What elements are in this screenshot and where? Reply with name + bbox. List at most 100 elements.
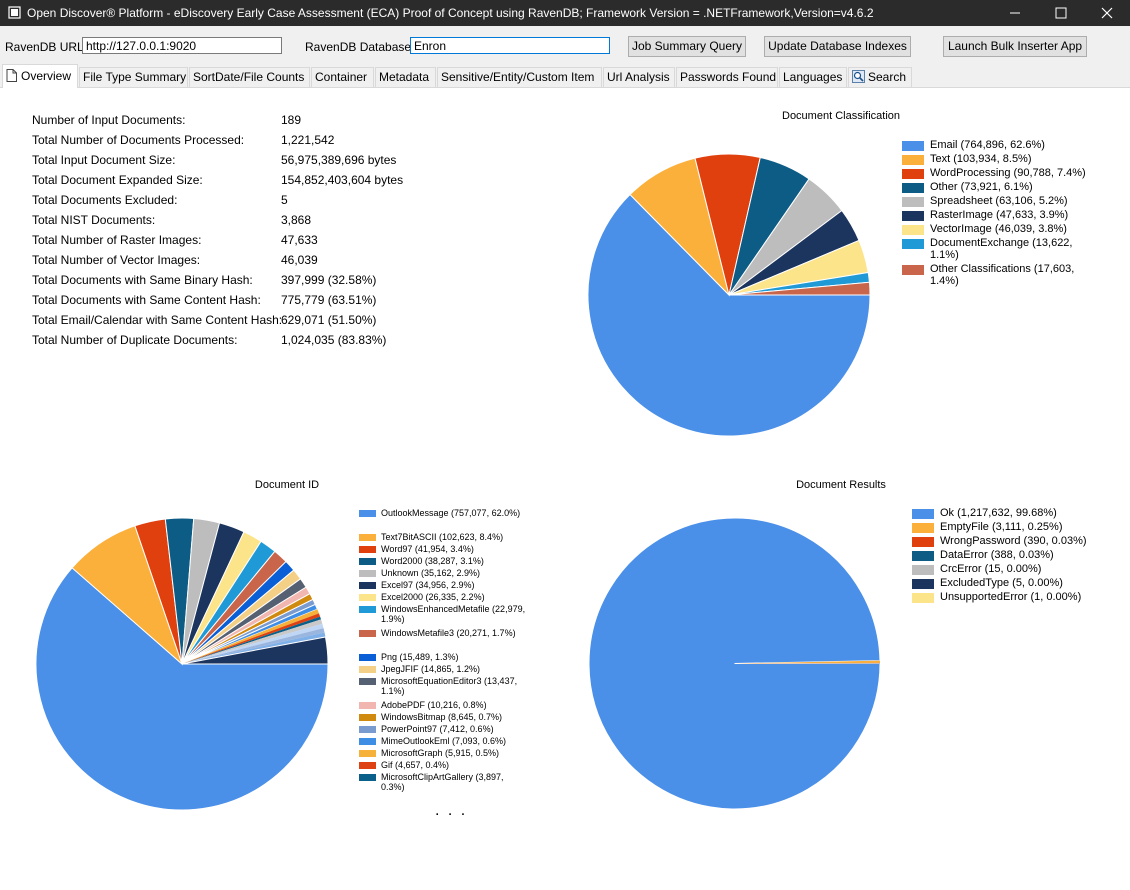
legend-label: VectorImage (46,039, 3.8%): [930, 223, 1067, 235]
legend-swatch: [912, 551, 934, 561]
legend-swatch: [359, 630, 376, 637]
legend-item: PowerPoint97 (7,412, 0.6%): [359, 724, 494, 734]
stat-label: Total Documents with Same Binary Hash:: [32, 273, 253, 287]
app-icon: [8, 6, 21, 19]
legend-label: WordProcessing (90,788, 7.4%): [930, 167, 1086, 179]
tab-overview[interactable]: Overview: [2, 64, 78, 88]
legend-swatch: [359, 534, 376, 541]
legend-label: MimeOutlookEml (7,093, 0.6%): [381, 736, 506, 746]
overview-panel: Number of Input Documents:189Total Numbe…: [0, 88, 1130, 849]
tab-sensitive-entity-custom-item[interactable]: Sensitive/Entity/Custom Item: [437, 67, 602, 87]
stat-label: Total Document Expanded Size:: [32, 173, 203, 187]
stat-label: Total Number of Duplicate Documents:: [32, 333, 237, 347]
legend-item: Email (764,896, 62.6%): [902, 139, 1045, 151]
legend-item: Unknown (35,162, 2.9%): [359, 568, 480, 578]
legend-label: RasterImage (47,633, 3.9%): [930, 209, 1068, 221]
stat-label: Number of Input Documents:: [32, 113, 185, 127]
legend-item: MicrosoftGraph (5,915, 0.5%): [359, 748, 499, 758]
legend-label: MicrosoftClipArtGallery (3,897, 0.3%): [381, 772, 529, 792]
legend-label: Unknown (35,162, 2.9%): [381, 568, 480, 578]
legend-label: Png (15,489, 1.3%): [381, 652, 459, 662]
legend-item: RasterImage (47,633, 3.9%): [902, 209, 1068, 221]
legend-item: MicrosoftClipArtGallery (3,897, 0.3%): [359, 772, 529, 792]
search-icon: [852, 70, 865, 83]
legend-swatch: [359, 546, 376, 553]
tab-url-analysis[interactable]: Url Analysis: [603, 67, 675, 87]
document-id-legend: OutlookMessage (757,077, 62.0%)Text7BitA…: [359, 508, 529, 890]
stat-value: 5: [281, 193, 288, 207]
tab-languages[interactable]: Languages: [779, 67, 847, 87]
legend-swatch: [359, 702, 376, 709]
stat-value: 1,024,035 (83.83%): [281, 333, 386, 347]
legend-swatch: [902, 239, 924, 249]
legend-item: Spreadsheet (63,106, 5.2%): [902, 195, 1068, 207]
tab-file-type-summary[interactable]: File Type Summary: [79, 67, 188, 87]
legend-label: WindowsMetafile3 (20,271, 1.7%): [381, 628, 516, 638]
legend-item: WrongPassword (390, 0.03%): [912, 535, 1087, 547]
legend-item: WindowsBitmap (8,645, 0.7%): [359, 712, 502, 722]
legend-label: ExcludedType (5, 0.00%): [940, 577, 1063, 589]
tab-container[interactable]: Container: [311, 67, 374, 87]
ravendb-database-input[interactable]: Enron: [410, 37, 610, 54]
stat-value: 397,999 (32.58%): [281, 273, 376, 287]
legend-item: Gif (4,657, 0.4%): [359, 760, 449, 770]
document-classification-pie: [588, 154, 870, 436]
legend-swatch: [359, 570, 376, 577]
update-database-indexes-button[interactable]: Update Database Indexes: [764, 36, 911, 57]
maximize-button[interactable]: [1038, 0, 1084, 26]
legend-label: OutlookMessage (757,077, 62.0%): [381, 508, 520, 518]
legend-swatch: [359, 738, 376, 745]
legend-item: Other Classifications (17,603, 1.4%): [902, 263, 1102, 287]
title-bar: Open Discover® Platform - eDiscovery Ear…: [0, 0, 1130, 26]
tab-passwords-found[interactable]: Passwords Found: [676, 67, 778, 87]
legend-item: VectorImage (46,039, 3.8%): [902, 223, 1067, 235]
legend-label: Text (103,934, 8.5%): [930, 153, 1032, 165]
stat-value: 154,852,403,604 bytes: [281, 173, 403, 187]
legend-label: DocumentExchange (13,622, 1.1%): [930, 237, 1102, 261]
legend-item: WindowsEnhancedMetafile (22,979, 1.9%): [359, 604, 529, 624]
legend-swatch: [359, 726, 376, 733]
legend-item: DocumentExchange (13,622, 1.1%): [902, 237, 1102, 261]
legend-swatch: [912, 509, 934, 519]
legend-label: Gif (4,657, 0.4%): [381, 760, 449, 770]
legend-swatch: [359, 594, 376, 601]
legend-swatch: [902, 183, 924, 193]
tab-strip: Overview File Type Summary SortDate/File…: [0, 64, 1130, 88]
legend-item: Excel2000 (26,335, 2.2%): [359, 592, 485, 602]
legend-swatch: [902, 211, 924, 221]
stat-value: 3,868: [281, 213, 311, 227]
legend-label: Word97 (41,954, 3.4%): [381, 544, 474, 554]
stat-label: Total Number of Vector Images:: [32, 253, 200, 267]
close-button[interactable]: [1084, 0, 1130, 26]
legend-label: PowerPoint97 (7,412, 0.6%): [381, 724, 494, 734]
tab-sortdate-file-counts[interactable]: SortDate/File Counts: [189, 67, 310, 87]
tab-search[interactable]: Search: [848, 67, 912, 87]
legend-item: Other (73,921, 6.1%): [902, 181, 1033, 193]
legend-swatch: [902, 265, 924, 275]
legend-label: Word2000 (38,287, 3.1%): [381, 556, 484, 566]
legend-item: Text (103,934, 8.5%): [902, 153, 1032, 165]
more-items-indicator: . . .: [435, 802, 467, 820]
ravendb-url-input[interactable]: http://127.0.0.1:9020: [82, 37, 282, 54]
legend-label: Email (764,896, 62.6%): [930, 139, 1045, 151]
launch-bulk-inserter-button[interactable]: Launch Bulk Inserter App: [943, 36, 1087, 57]
legend-swatch: [912, 593, 934, 603]
legend-swatch: [902, 141, 924, 151]
connection-toolbar: RavenDB URL: http://127.0.0.1:9020 Raven…: [0, 26, 1130, 64]
document-results-legend: Ok (1,217,632, 99.68%)EmptyFile (3,111, …: [912, 507, 1112, 607]
legend-swatch: [902, 155, 924, 165]
legend-item: WindowsMetafile3 (20,271, 1.7%): [359, 628, 516, 638]
minimize-button[interactable]: [992, 0, 1038, 26]
legend-swatch: [912, 523, 934, 533]
tab-metadata[interactable]: Metadata: [375, 67, 436, 87]
legend-swatch: [902, 225, 924, 235]
legend-item: EmptyFile (3,111, 0.25%): [912, 521, 1062, 533]
legend-swatch: [912, 565, 934, 575]
legend-label: WindowsEnhancedMetafile (22,979, 1.9%): [381, 604, 529, 624]
legend-swatch: [359, 678, 376, 685]
legend-swatch: [912, 579, 934, 589]
legend-swatch: [359, 714, 376, 721]
legend-label: Excel97 (34,956, 2.9%): [381, 580, 475, 590]
stat-label: Total Email/Calendar with Same Content H…: [32, 313, 282, 327]
job-summary-query-button[interactable]: Job Summary Query: [628, 36, 746, 57]
